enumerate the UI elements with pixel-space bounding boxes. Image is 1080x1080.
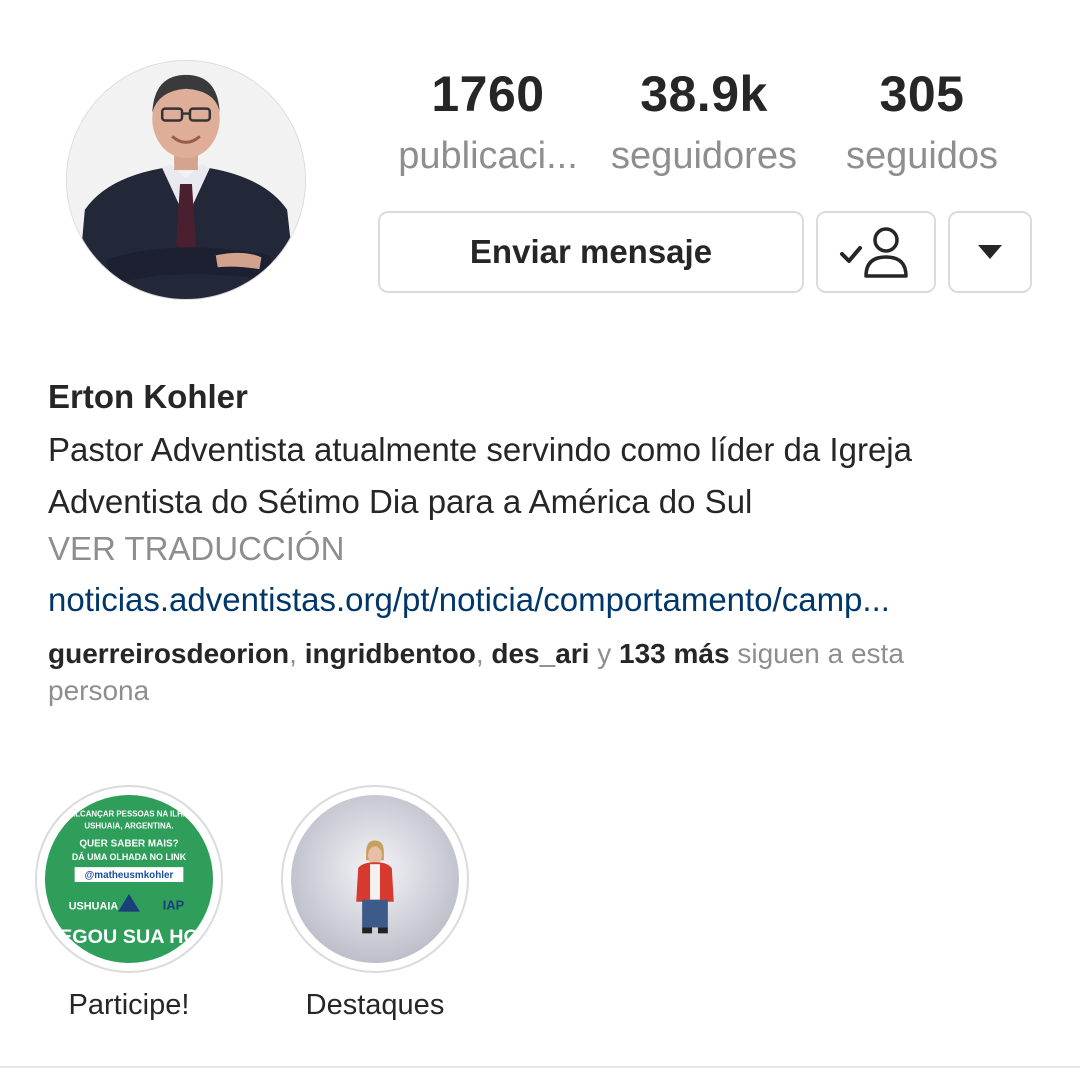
posts-count: 1760 (431, 66, 545, 122)
separator: , (475, 638, 492, 669)
followed-by-text[interactable]: guerreirosdeorion, ingridbentoo, des_ari… (48, 635, 988, 709)
cover-text: USHUAIA, ARGENTINA. (84, 822, 173, 831)
followers-stat[interactable]: 38.9k seguidores (598, 62, 810, 186)
conjunction: y (589, 638, 620, 669)
highlight-ring: ALCANÇAR PESSOAS NA ILHA USHUAIA, ARGENT… (35, 785, 223, 973)
profile-photo (67, 61, 305, 299)
highlight-cover-image: ALCANÇAR PESSOAS NA ILHA USHUAIA, ARGENT… (45, 795, 213, 963)
highlight-cover: ALCANÇAR PESSOAS NA ILHA USHUAIA, ARGENT… (45, 795, 213, 963)
person-check-icon (840, 227, 908, 278)
following-stat[interactable]: 305 seguidos (830, 62, 1014, 186)
send-message-button[interactable]: Enviar mensaje (378, 211, 804, 293)
following-count: 305 (879, 66, 965, 122)
following-label: seguidos (845, 135, 999, 177)
follower-username[interactable]: ingridbentoo (305, 638, 476, 669)
cover-text: ALCANÇAR PESSOAS NA ILHA (70, 810, 189, 819)
cover-handle: @matheusmkohler (85, 870, 174, 881)
more-options-button[interactable] (948, 211, 1032, 293)
profile-name: Erton Kohler (48, 378, 248, 415)
cover-text: DÁ UMA OLHADA NO LINK (72, 852, 187, 862)
see-translation-link[interactable]: VER TRADUCCIÓN (48, 526, 344, 572)
follower-username[interactable]: des_ari (491, 638, 589, 669)
followers-count: 38.9k (640, 66, 768, 122)
profile-website-link[interactable]: noticias.adventistas.org/pt/noticia/comp… (48, 576, 1038, 624)
divider (0, 1066, 1080, 1068)
followers-label: seguidores (611, 135, 797, 177)
highlight-cover-image (291, 795, 459, 963)
story-highlight-participe[interactable]: ALCANÇAR PESSOAS NA ILHA USHUAIA, ARGENT… (35, 785, 223, 1022)
profile-avatar[interactable] (66, 60, 306, 300)
cover-text: QUER SABER MAIS? (79, 838, 178, 849)
separator: , (289, 638, 305, 669)
posts-label: publicaci... (398, 135, 578, 177)
cover-logo: USHUAIA (69, 901, 119, 913)
cover-logo: IAP (163, 898, 185, 913)
follower-username[interactable]: guerreirosdeorion (48, 638, 289, 669)
highlight-ring (281, 785, 469, 973)
more-followers-count[interactable]: 133 más (619, 638, 730, 669)
cover-banner: CHEGOU SUA HORA (45, 926, 213, 948)
highlight-cover (291, 795, 459, 963)
highlight-label: Destaques (305, 989, 445, 1021)
posts-stat[interactable]: 1760 publicaci... (378, 62, 598, 186)
profile-bio: Pastor Adventista atualmente servindo co… (48, 431, 912, 520)
highlight-label: Participe! (68, 989, 190, 1021)
following-button[interactable] (816, 211, 936, 293)
caret-down-icon (978, 245, 1002, 259)
story-highlight-destaques[interactable]: Destaques (281, 785, 469, 1022)
